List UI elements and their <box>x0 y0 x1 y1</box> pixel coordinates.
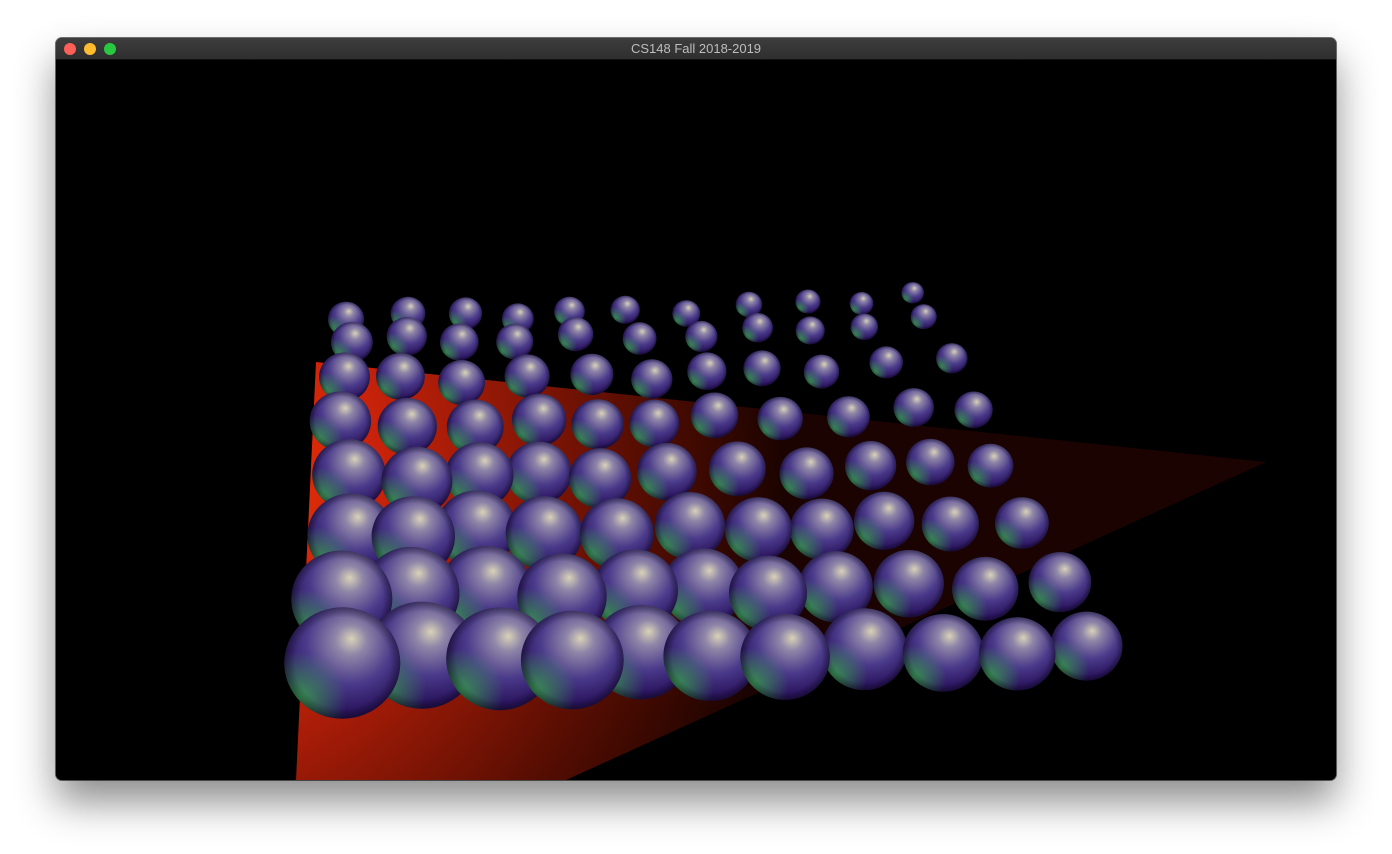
sphere <box>795 289 821 314</box>
sphere <box>685 320 718 352</box>
sphere <box>853 491 915 550</box>
sphere <box>821 608 907 691</box>
sphere <box>504 354 550 398</box>
sphere <box>742 313 773 343</box>
sphere <box>690 392 739 439</box>
sphere <box>936 343 968 374</box>
sphere <box>496 323 534 360</box>
sphere <box>506 441 572 505</box>
sphere <box>637 443 697 501</box>
sphere <box>743 350 781 387</box>
title-bar[interactable]: CS148 Fall 2018-2019 <box>56 38 1336 60</box>
sphere <box>873 550 944 618</box>
sphere <box>850 313 878 340</box>
sphere <box>1050 611 1123 681</box>
render-viewport[interactable] <box>56 60 1336 780</box>
sphere <box>757 396 803 441</box>
sphere <box>511 393 567 446</box>
sphere <box>687 352 727 391</box>
sphere <box>570 353 614 396</box>
sphere <box>520 610 624 710</box>
sphere <box>827 396 870 438</box>
sphere <box>845 441 897 491</box>
sphere <box>629 399 680 448</box>
sphere <box>708 441 766 497</box>
sphere <box>901 282 924 304</box>
sphere <box>869 346 903 379</box>
sphere <box>557 317 594 352</box>
sphere <box>440 323 479 361</box>
sphere <box>967 443 1014 488</box>
sphere <box>622 322 657 355</box>
sphere <box>610 295 640 324</box>
sphere <box>910 304 937 330</box>
sphere <box>779 447 834 500</box>
sphere <box>803 354 840 389</box>
sphere <box>724 497 792 562</box>
sphere <box>789 498 854 560</box>
sphere <box>795 316 825 345</box>
sphere <box>952 556 1019 621</box>
sphere <box>1028 552 1092 613</box>
sphere <box>893 388 934 427</box>
app-window: CS148 Fall 2018-2019 <box>56 38 1336 780</box>
rendered-scene <box>284 282 1266 780</box>
sphere <box>740 613 830 700</box>
sphere <box>995 497 1049 549</box>
sphere <box>902 614 984 692</box>
window-title: CS148 Fall 2018-2019 <box>630 41 762 56</box>
sphere <box>376 353 425 400</box>
sphere <box>284 607 401 719</box>
sphere <box>438 360 485 405</box>
sphere <box>386 317 427 356</box>
sphere <box>631 359 673 399</box>
sphere <box>377 398 437 455</box>
sphere <box>654 492 725 560</box>
sphere <box>979 617 1056 691</box>
sphere <box>906 438 955 486</box>
sphere <box>849 292 874 315</box>
sphere <box>571 399 624 450</box>
sphere <box>954 391 993 429</box>
sphere <box>921 496 979 552</box>
